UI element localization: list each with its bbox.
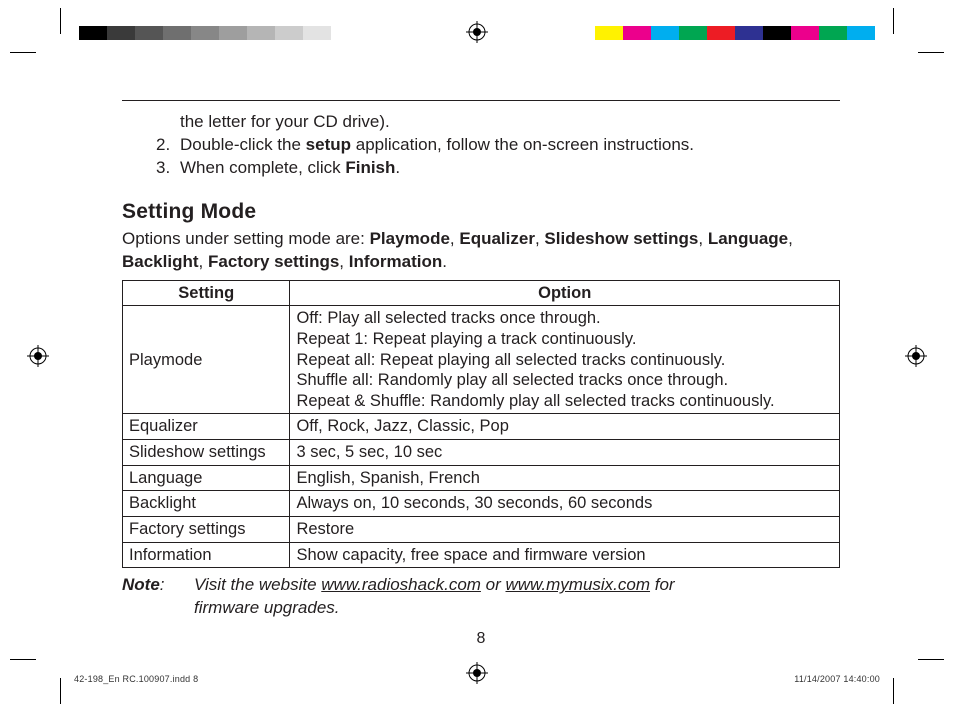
settings-table: Setting Option Playmode Off: Play all sel…: [122, 280, 840, 569]
registration-mark-icon: [27, 345, 49, 367]
setting-cell: Slideshow settings: [123, 440, 290, 466]
swatch: [763, 26, 791, 40]
intro-bold-item: Slideshow settings: [544, 229, 698, 248]
swatch: [847, 26, 875, 40]
option-cell: Always on, 10 seconds, 30 seconds, 60 se…: [290, 491, 840, 517]
table-row: Playmode Off: Play all selected tracks on…: [123, 306, 840, 414]
swatch: [735, 26, 763, 40]
setting-cell: Information: [123, 542, 290, 568]
swatch: [135, 26, 163, 40]
intro-bold-item: Language: [708, 229, 788, 248]
slug-datetime: 11/14/2007 14:40:00: [794, 674, 880, 684]
registration-mark-icon: [466, 21, 488, 43]
setting-cell: Language: [123, 465, 290, 491]
print-slug-footer: 42-198_En RC.100907.indd 8 11/14/2007 14…: [74, 674, 880, 684]
table-row: Slideshow settings 3 sec, 5 sec, 10 sec: [123, 440, 840, 466]
option-cell: Off, Rock, Jazz, Classic, Pop: [290, 414, 840, 440]
horizontal-rule: [122, 100, 840, 101]
option-line: Repeat 1: Repeat playing a track continu…: [296, 329, 833, 350]
table-row: Factory settings Restore: [123, 516, 840, 542]
swatch: [79, 26, 107, 40]
option-line: Restore: [296, 519, 833, 540]
instruction-step-3: 3. When complete, click Finish.: [156, 157, 840, 180]
crop-mark: [893, 678, 894, 704]
crop-mark: [893, 8, 894, 34]
swatch: [275, 26, 303, 40]
instruction-continuation: the letter for your CD drive).: [180, 111, 840, 134]
swatch: [191, 26, 219, 40]
swatch: [107, 26, 135, 40]
option-line: Always on, 10 seconds, 30 seconds, 60 se…: [296, 493, 833, 514]
step-text: Double-click the setup application, foll…: [180, 134, 694, 157]
step-text: When complete, click Finish.: [180, 157, 400, 180]
page-number: 8: [122, 630, 840, 648]
setting-cell: Equalizer: [123, 414, 290, 440]
option-line: Off: Play all selected tracks once throu…: [296, 308, 833, 329]
swatch: [791, 26, 819, 40]
setting-cell: Backlight: [123, 491, 290, 517]
setting-cell: Factory settings: [123, 516, 290, 542]
crop-mark: [918, 659, 944, 660]
swatch: [219, 26, 247, 40]
swatch: [595, 26, 623, 40]
swatch: [651, 26, 679, 40]
option-cell: English, Spanish, French: [290, 465, 840, 491]
crop-mark: [60, 8, 61, 34]
slug-filename: 42-198_En RC.100907.indd 8: [74, 674, 198, 684]
intro-bold-item: Information: [349, 252, 443, 271]
swatch: [303, 26, 331, 40]
intro-bold-item: Backlight: [122, 252, 199, 271]
section-heading: Setting Mode: [122, 200, 840, 224]
table-header-option: Option: [290, 280, 840, 306]
table-header-setting: Setting: [123, 280, 290, 306]
option-cell: Restore: [290, 516, 840, 542]
option-line: Show capacity, free space and firmware v…: [296, 545, 833, 566]
option-cell: Show capacity, free space and firmware v…: [290, 542, 840, 568]
note-body: Visit the website www.radioshack.com or …: [194, 574, 840, 620]
option-line: Repeat all: Repeat playing all selected …: [296, 350, 833, 371]
intro-bold-item: Factory settings: [208, 252, 339, 271]
table-row: Language English, Spanish, French: [123, 465, 840, 491]
intro-bold-item: Equalizer: [459, 229, 535, 248]
crop-mark: [10, 659, 36, 660]
link-mymusix: www.mymusix.com: [506, 575, 651, 594]
crop-mark: [10, 52, 36, 53]
option-line: Shuffle all: Randomly play all selected …: [296, 370, 833, 391]
option-line: Repeat & Shuffle: Randomly play all sele…: [296, 391, 833, 412]
intro-bold-item: Playmode: [370, 229, 450, 248]
swatch: [679, 26, 707, 40]
section-intro: Options under setting mode are: Playmode…: [122, 228, 840, 274]
swatch: [623, 26, 651, 40]
option-line: 3 sec, 5 sec, 10 sec: [296, 442, 833, 463]
table-row: Backlight Always on, 10 seconds, 30 secon…: [123, 491, 840, 517]
option-cell: 3 sec, 5 sec, 10 sec: [290, 440, 840, 466]
swatch: [331, 26, 359, 40]
note-block: Note: Visit the website www.radioshack.c…: [122, 574, 840, 620]
note-label: Note:: [122, 574, 194, 620]
page-content: the letter for your CD drive). 2. Double…: [122, 100, 840, 648]
swatch: [247, 26, 275, 40]
link-radioshack: www.radioshack.com: [321, 575, 481, 594]
crop-mark: [918, 52, 944, 53]
crop-mark: [60, 678, 61, 704]
step-number: 2.: [156, 134, 180, 157]
table-row: Equalizer Off, Rock, Jazz, Classic, Pop: [123, 414, 840, 440]
option-cell: Off: Play all selected tracks once throu…: [290, 306, 840, 414]
instruction-step-2: 2. Double-click the setup application, f…: [156, 134, 840, 157]
option-line: Off, Rock, Jazz, Classic, Pop: [296, 416, 833, 437]
color-swatch-bar: [595, 26, 875, 40]
swatch: [707, 26, 735, 40]
instruction-block: the letter for your CD drive). 2. Double…: [156, 111, 840, 180]
option-line: English, Spanish, French: [296, 468, 833, 489]
setting-cell: Playmode: [123, 306, 290, 414]
registration-mark-icon: [905, 345, 927, 367]
table-row: Information Show capacity, free space and…: [123, 542, 840, 568]
swatch: [819, 26, 847, 40]
grayscale-swatch-bar: [79, 26, 359, 40]
step-number: 3.: [156, 157, 180, 180]
swatch: [163, 26, 191, 40]
